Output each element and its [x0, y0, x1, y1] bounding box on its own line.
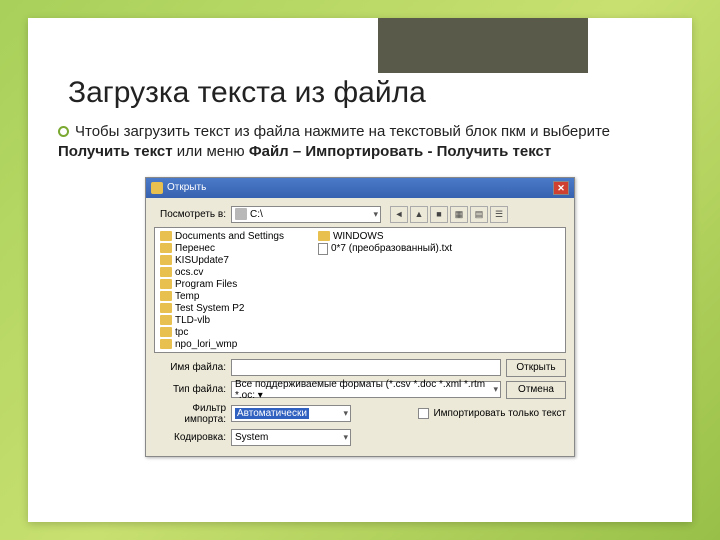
filter-combo[interactable]: Автоматически [231, 405, 351, 422]
folder-icon [160, 231, 172, 241]
body-text-2: или меню [173, 143, 249, 160]
dialog-title: Открыть [167, 182, 206, 193]
file-list[interactable]: Documents and Settings Перенес KISUpdate… [154, 227, 566, 353]
checkbox-label: Импортировать только текст [433, 408, 566, 419]
list-item[interactable]: WINDOWS [316, 231, 454, 242]
drive-icon [235, 208, 247, 220]
look-in-combo[interactable]: C:\ [231, 206, 381, 223]
bullet-icon [58, 126, 69, 137]
list-item[interactable]: TLD-vlb [158, 315, 286, 326]
open-dialog: Открыть ✕ Посмотреть в: C:\ ◄ ▲ ■ ▦ ▤ ☰ [145, 177, 575, 457]
dialog-icon [151, 182, 163, 194]
list-item[interactable]: npo_lori_wmp [158, 339, 286, 350]
list-item[interactable]: Temp [158, 291, 286, 302]
file-icon [318, 243, 328, 255]
text-only-checkbox[interactable] [418, 408, 429, 419]
filename-input[interactable] [231, 359, 501, 376]
slide-title: Загрузка текста из файла [28, 18, 692, 118]
nav-new-button[interactable]: ■ [430, 206, 448, 223]
cancel-button[interactable]: Отмена [506, 381, 566, 399]
folder-icon [160, 327, 172, 337]
list-item[interactable]: Перенес [158, 243, 286, 254]
nav-view3-button[interactable]: ☰ [490, 206, 508, 223]
filetype-combo[interactable]: Все поддерживаемые форматы (*.csv *.doc … [231, 381, 501, 398]
nav-up-button[interactable]: ▲ [410, 206, 428, 223]
nav-view2-button[interactable]: ▤ [470, 206, 488, 223]
list-item[interactable]: Test System P2 [158, 303, 286, 314]
look-in-value: C:\ [250, 209, 263, 220]
body-bold-2: Файл – Импортировать - Получить текст [249, 143, 551, 160]
folder-icon [160, 339, 172, 349]
nav-back-button[interactable]: ◄ [390, 206, 408, 223]
encoding-label: Кодировка: [154, 432, 226, 443]
list-item[interactable]: ocs.cv [158, 267, 286, 278]
folder-icon [160, 243, 172, 253]
nav-buttons: ◄ ▲ ■ ▦ ▤ ☰ [390, 206, 508, 223]
list-item[interactable]: tpc [158, 327, 286, 338]
body-bold-1: Получить текст [58, 143, 173, 160]
slide-body: Чтобы загрузить текст из файла нажмите н… [28, 118, 692, 163]
close-button[interactable]: ✕ [553, 181, 569, 195]
folder-icon [160, 303, 172, 313]
dialog-titlebar[interactable]: Открыть ✕ [146, 178, 574, 198]
list-item[interactable]: KISUpdate7 [158, 255, 286, 266]
body-text-1: Чтобы загрузить текст из файла нажмите н… [75, 123, 610, 140]
nav-view1-button[interactable]: ▦ [450, 206, 468, 223]
filetype-label: Тип файла: [154, 384, 226, 395]
filter-label: Фильтр импорта: [154, 403, 226, 425]
open-button[interactable]: Открыть [506, 359, 566, 377]
folder-icon [160, 255, 172, 265]
slide-accent-bar [378, 18, 588, 73]
filename-label: Имя файла: [154, 362, 226, 373]
look-in-label: Посмотреть в: [154, 209, 226, 220]
folder-icon [160, 291, 172, 301]
folder-icon [318, 231, 330, 241]
folder-icon [160, 267, 172, 277]
list-item[interactable]: 0*7 (преобразованный).txt [316, 243, 454, 255]
folder-icon [160, 315, 172, 325]
list-item[interactable]: Program Files [158, 279, 286, 290]
folder-icon [160, 279, 172, 289]
list-item[interactable]: Documents and Settings [158, 231, 286, 242]
encoding-combo[interactable]: System [231, 429, 351, 446]
